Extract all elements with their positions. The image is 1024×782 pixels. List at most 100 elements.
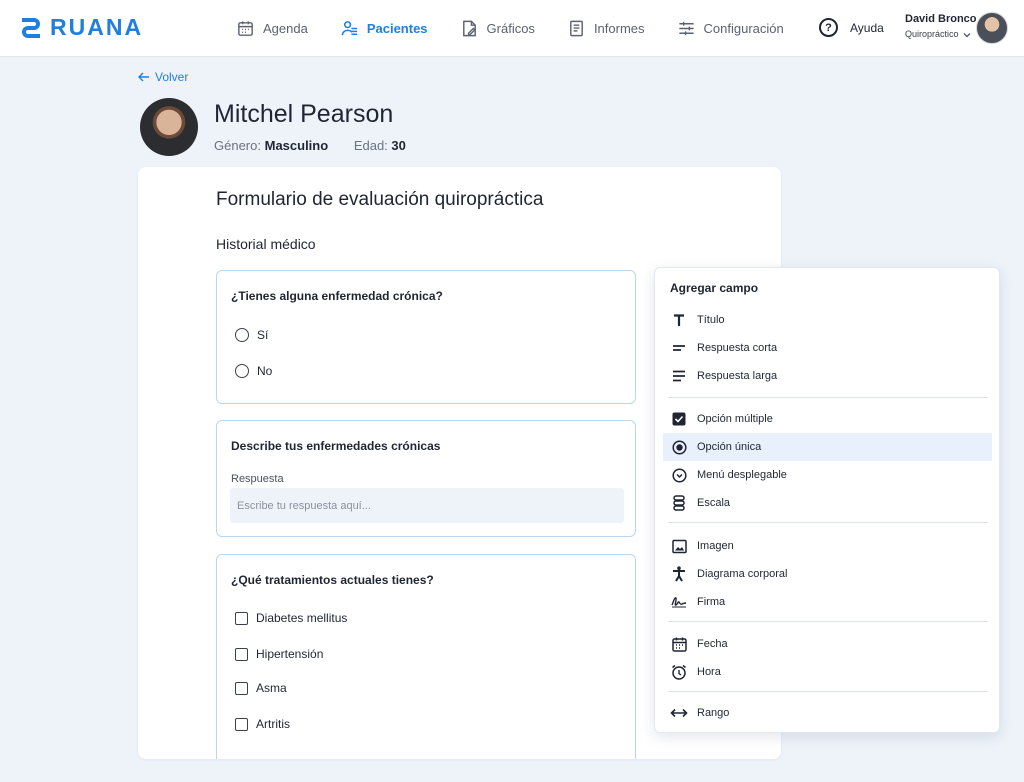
main-nav: Agenda Pacientes Gráficos Informes Confi… — [236, 0, 816, 57]
option-label: Artritis — [256, 717, 290, 731]
chart-file-icon — [462, 20, 476, 37]
checkbox-option-asma[interactable]: Asma — [235, 681, 287, 695]
nav-pacientes[interactable]: Pacientes — [340, 19, 428, 38]
nav-graficos-label: Gráficos — [486, 21, 535, 36]
gender-label: Género: — [214, 138, 261, 153]
question-describe-diseases[interactable]: Describe tus enfermedades crónicas Respu… — [216, 420, 636, 537]
checkbox-icon — [670, 410, 688, 428]
report-icon — [570, 20, 583, 37]
panel-item-label: Título — [697, 314, 725, 326]
user-menu[interactable]: David Bronco Quiropráctico — [905, 13, 977, 39]
nav-informes[interactable]: Informes — [567, 19, 645, 38]
checkbox-option-hipertension[interactable]: Hipertensión — [235, 647, 323, 661]
section-title: Historial médico — [216, 236, 316, 252]
option-label: Hipertensión — [256, 647, 324, 661]
calendar-icon — [238, 21, 253, 36]
back-link[interactable]: Volver — [138, 70, 188, 84]
option-label: Asma — [256, 681, 287, 695]
add-signature-field[interactable]: Firma — [663, 588, 992, 616]
help-button[interactable]: ? Ayuda — [819, 18, 884, 37]
response-label: Respuesta — [231, 473, 284, 485]
response-input[interactable] — [230, 488, 624, 523]
nav-agenda-label: Agenda — [263, 21, 308, 36]
panel-item-label: Fecha — [697, 638, 728, 650]
panel-item-label: Diagrama corporal — [697, 568, 788, 580]
patient-name: Mitchel Pearson — [214, 100, 394, 128]
add-field-panel: Agregar campo Título Respuesta corta Res… — [654, 267, 1000, 733]
add-multiple-choice-field[interactable]: Opción múltiple — [663, 405, 992, 433]
option-label: No — [257, 364, 273, 378]
add-title-field[interactable]: Título — [663, 306, 992, 334]
arrow-left-icon — [138, 72, 149, 82]
option-label: Diabetes mellitus — [256, 611, 348, 625]
panel-item-label: Menú desplegable — [697, 469, 787, 481]
panel-divider — [668, 621, 988, 622]
question-current-treatments[interactable]: ¿Qué tratamientos actuales tienes? Diabe… — [216, 554, 636, 759]
add-time-field[interactable]: Hora — [663, 658, 992, 686]
nav-configuracion[interactable]: Configuración — [677, 19, 784, 38]
patients-icon — [341, 21, 357, 36]
age-label: Edad: — [353, 138, 388, 153]
add-image-field[interactable]: Imagen — [663, 532, 992, 560]
add-range-field[interactable]: Rango — [663, 699, 992, 727]
panel-divider — [668, 397, 988, 398]
question-title: ¿Qué tratamientos actuales tienes? — [231, 573, 434, 587]
short-text-icon — [670, 339, 688, 357]
checkbox-icon — [235, 681, 248, 695]
panel-item-label: Escala — [697, 497, 731, 509]
user-avatar[interactable] — [976, 12, 1008, 44]
user-role: Quiropráctico — [905, 29, 959, 39]
panel-item-label: Opción múltiple — [697, 413, 773, 425]
radio-option-no[interactable]: No — [235, 364, 272, 378]
add-dropdown-field[interactable]: Menú desplegable — [663, 461, 992, 489]
user-role-row: Quiropráctico — [905, 29, 977, 39]
panel-divider — [668, 691, 988, 692]
add-scale-field[interactable]: Escala — [663, 489, 992, 517]
question-circle-icon: ? — [819, 18, 838, 37]
dropdown-icon — [670, 466, 688, 484]
brand-logo[interactable]: RUANA — [18, 14, 143, 41]
alarm-icon — [670, 663, 688, 681]
checkbox-option-artritis[interactable]: Artritis — [235, 717, 290, 731]
checkbox-option-diabetes[interactable]: Diabetes mellitus — [235, 611, 347, 625]
add-long-answer-field[interactable]: Respuesta larga — [663, 362, 992, 390]
checkbox-icon — [235, 717, 248, 731]
top-bar: RUANA Agenda Pacientes Gráficos Informes — [0, 0, 1024, 57]
add-short-answer-field[interactable]: Respuesta corta — [663, 334, 992, 362]
radio-option-yes[interactable]: Sí — [235, 328, 268, 342]
patient-meta: Género: Masculino Edad: 30 — [214, 138, 406, 153]
question-title: Describe tus enfermedades crónicas — [231, 439, 441, 453]
radio-icon — [670, 438, 688, 456]
panel-item-label: Opción única — [697, 441, 762, 453]
add-body-diagram-field[interactable]: Diagrama corporal — [663, 560, 992, 588]
help-label: Ayuda — [850, 20, 884, 35]
question-title: ¿Tienes alguna enfermedad crónica? — [231, 289, 443, 303]
image-icon — [670, 537, 688, 555]
nav-agenda[interactable]: Agenda — [236, 19, 308, 38]
question-chronic-disease[interactable]: ¿Tienes alguna enfermedad crónica? Sí No — [216, 270, 636, 404]
form-title: Formulario de evaluación quiropráctica — [216, 189, 544, 210]
add-single-choice-field[interactable]: Opción única — [663, 433, 992, 461]
nav-configuracion-label: Configuración — [703, 21, 784, 36]
add-date-field[interactable]: Fecha — [663, 630, 992, 658]
panel-item-label: Rango — [697, 707, 730, 719]
checkbox-icon — [235, 611, 248, 625]
nav-graficos[interactable]: Gráficos — [460, 19, 535, 38]
panel-item-label: Imagen — [697, 540, 734, 552]
range-icon — [670, 704, 688, 722]
brand-name: RUANA — [50, 14, 144, 40]
user-name: David Bronco — [905, 13, 977, 25]
scale-icon — [670, 494, 688, 512]
chevron-down-icon — [963, 32, 971, 37]
patient-avatar — [140, 98, 198, 156]
panel-item-label: Hora — [697, 666, 721, 678]
panel-item-label: Firma — [697, 596, 726, 608]
radio-icon — [235, 364, 249, 378]
body-icon — [670, 565, 688, 583]
calendar-icon — [670, 635, 688, 653]
ruana-logo-icon — [22, 17, 40, 38]
panel-divider — [668, 522, 988, 523]
option-label: Sí — [257, 328, 269, 342]
title-icon — [670, 311, 688, 329]
long-text-icon — [670, 367, 688, 385]
